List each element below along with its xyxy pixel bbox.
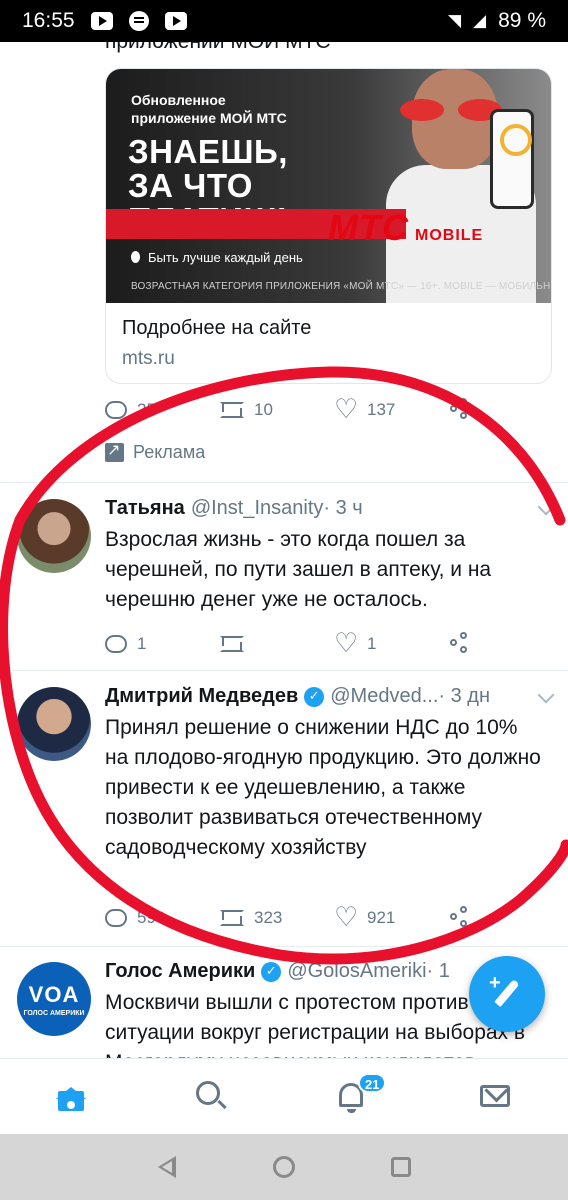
- avatar[interactable]: [17, 499, 91, 573]
- chat-notification-icon: [128, 11, 149, 31]
- reply-icon: [105, 401, 127, 419]
- author-name: Голос Америки: [105, 960, 256, 982]
- ad-link-card[interactable]: Обновленное приложение МОЙ МТС ЗНАЕШЬ, З…: [105, 68, 552, 384]
- youtube-icon: [90, 12, 113, 30]
- tab-home[interactable]: [52, 1077, 92, 1117]
- mail-icon: [480, 1085, 510, 1107]
- like-button[interactable]: 921: [334, 902, 450, 933]
- tweet-text: Взрослая жизнь - это когда пошел за чере…: [105, 528, 492, 611]
- ad-slogan: Быть лучше каждый день: [131, 250, 303, 265]
- timeline-feed[interactable]: приложении МОЙ МТС Обновленное приложени…: [0, 42, 568, 1058]
- like-button[interactable]: 137: [334, 394, 450, 425]
- tweet-actions: 590 323 921: [105, 902, 470, 933]
- divider: [0, 946, 568, 947]
- tweet-time: · 3 дн: [438, 685, 490, 707]
- share-button[interactable]: [450, 398, 470, 420]
- reply-icon: [105, 909, 127, 927]
- retweet-icon: [220, 636, 244, 652]
- share-button[interactable]: [450, 906, 470, 928]
- ad-small-text: Обновленное приложение МОЙ МТС: [131, 92, 287, 126]
- status-bar: 16:55 ◥ ◢ 89 %: [0, 0, 568, 42]
- android-nav-bar: [0, 1134, 568, 1200]
- reply-icon: [105, 635, 127, 653]
- tweet-header: Татьяна @Inst_Insanity · 3 ч: [105, 497, 363, 520]
- wifi-icon: ◥: [447, 11, 462, 30]
- card-footer[interactable]: Подробнее на сайте mts.ru: [106, 303, 551, 383]
- card-url: mts.ru: [122, 348, 175, 369]
- card-title: Подробнее на сайте: [122, 317, 312, 339]
- back-icon[interactable]: [158, 1156, 176, 1178]
- tab-notifications[interactable]: 21: [332, 1073, 387, 1117]
- heart-icon: [334, 394, 358, 425]
- ad-age-note: ВОЗРАСТНАЯ КАТЕГОРИЯ ПРИЛОЖЕНИЯ «МОЙ МТС…: [131, 281, 551, 292]
- author-handle: @GolosAmeriki: [287, 960, 427, 982]
- plus-icon: +: [489, 972, 501, 994]
- tweet-header: Голос Америки ✓ @GolosAmeriki · 1: [105, 960, 450, 983]
- ad-person-illustration: [366, 69, 551, 303]
- promoted-icon: [105, 440, 124, 462]
- author-handle: @Inst_Insanity: [190, 497, 324, 519]
- divider: [0, 482, 568, 483]
- retweet-button[interactable]: 323: [220, 908, 335, 928]
- verified-badge-icon: ✓: [304, 686, 325, 707]
- retweet-button[interactable]: 10: [220, 400, 335, 420]
- promoted-label[interactable]: Реклама: [105, 440, 205, 463]
- mts-logo: МТС MOBILE: [328, 207, 484, 248]
- divider: [0, 670, 568, 671]
- avatar[interactable]: VOA ГОЛОС АМЕРИКИ: [17, 962, 91, 1036]
- bottom-tab-bar: 21: [0, 1058, 568, 1134]
- share-icon: [450, 906, 470, 928]
- status-time: 16:55: [22, 9, 75, 32]
- tweet-time: · 3 ч: [323, 497, 363, 519]
- reply-button[interactable]: 590: [105, 908, 220, 928]
- tweet-actions: 1 1: [105, 628, 470, 659]
- notifications-badge: 21: [358, 1073, 387, 1093]
- ad-tweet-text: приложении МОЙ МТС: [105, 42, 331, 54]
- ad-image[interactable]: Обновленное приложение МОЙ МТС ЗНАЕШЬ, З…: [106, 69, 551, 303]
- tab-messages[interactable]: [476, 1077, 516, 1117]
- heart-icon: [334, 902, 358, 933]
- retweet-icon: [220, 910, 244, 926]
- heart-icon: [334, 628, 358, 659]
- compose-tweet-button[interactable]: +: [469, 956, 545, 1032]
- tweet-text: Принял решение о снижении НДС до 10% на …: [105, 716, 541, 859]
- recents-icon[interactable]: [391, 1157, 411, 1177]
- share-icon: [450, 398, 470, 420]
- author-handle: @Medved...: [330, 685, 439, 707]
- reply-button[interactable]: 25: [105, 400, 220, 420]
- retweet-icon: [220, 402, 244, 418]
- chevron-down-icon[interactable]: [537, 498, 555, 516]
- signal-icon: ◢: [473, 11, 487, 30]
- video-icon: [164, 12, 187, 30]
- battery-percent: 89 %: [498, 9, 546, 32]
- avatar[interactable]: [17, 687, 91, 761]
- author-name: Татьяна: [105, 497, 185, 519]
- verified-badge-icon: ✓: [261, 961, 282, 982]
- tweet-time: · 1: [426, 960, 450, 982]
- tab-search[interactable]: [192, 1077, 232, 1117]
- retweet-button[interactable]: [220, 636, 335, 652]
- tweet-header: Дмитрий Медведев ✓ @Medved... · 3 дн: [105, 685, 490, 708]
- tweet[interactable]: Дмитрий Медведев ✓ @Medved... · 3 дн При…: [0, 685, 568, 935]
- like-button[interactable]: 1: [334, 628, 450, 659]
- reply-button[interactable]: 1: [105, 634, 220, 654]
- phone-illustration: [490, 109, 534, 209]
- home-circle-icon[interactable]: [273, 1156, 295, 1178]
- chevron-down-icon[interactable]: [537, 686, 555, 704]
- ad-tweet-actions: 25 10 137: [105, 394, 470, 425]
- share-icon: [450, 632, 470, 654]
- author-name: Дмитрий Медведев: [105, 685, 299, 707]
- share-button[interactable]: [450, 632, 470, 654]
